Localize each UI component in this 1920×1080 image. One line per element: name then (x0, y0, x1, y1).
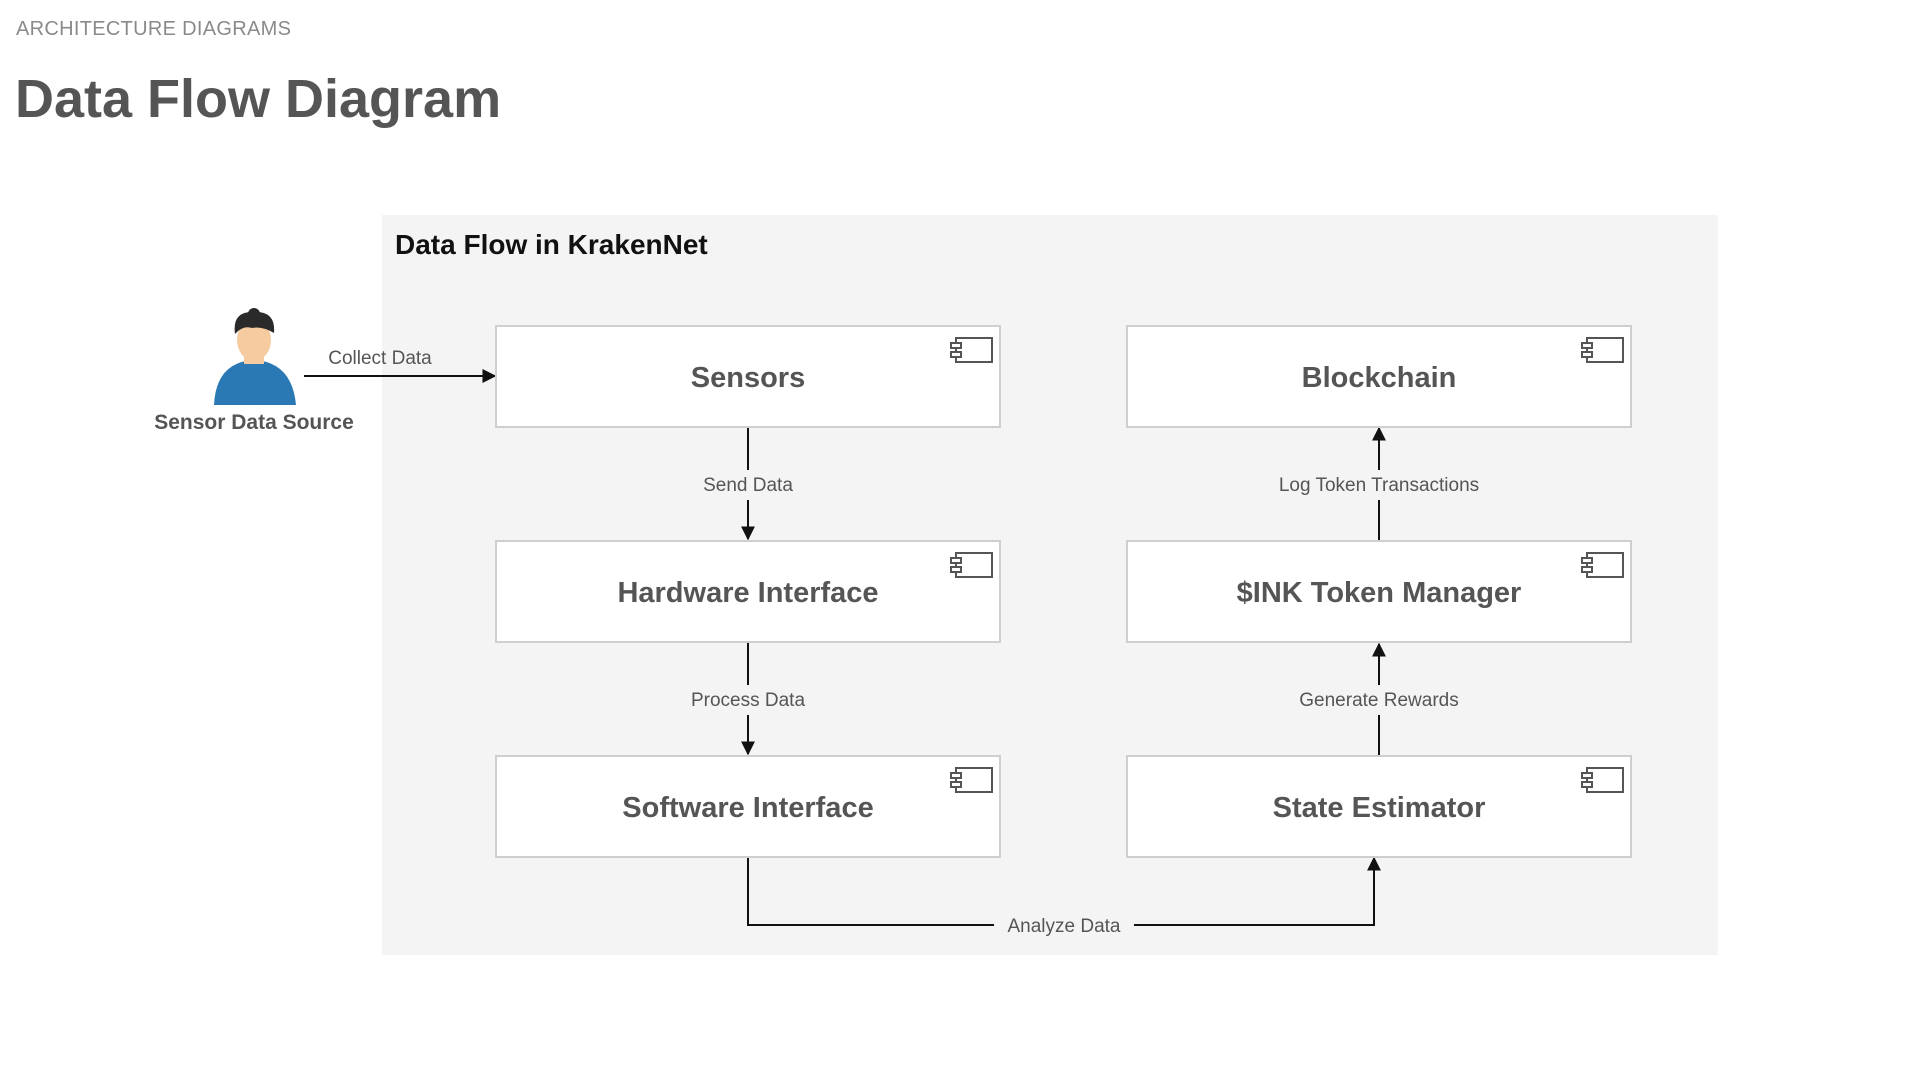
sensor-data-source-actor: Sensor Data Source (154, 308, 354, 434)
analyze-data-label: Analyze Data (1007, 916, 1120, 937)
generate-rewards-label: Generate Rewards (1299, 690, 1458, 711)
component-label: State Estimator (1273, 792, 1486, 824)
component-label: Blockchain (1302, 362, 1457, 394)
component-label: Sensors (691, 362, 805, 394)
component-token-manager: $INK Token Manager (1126, 540, 1632, 643)
component-blockchain: Blockchain (1126, 325, 1632, 428)
group-title: Data Flow in KrakenNet (395, 229, 708, 260)
component-label: Software Interface (622, 792, 873, 824)
actor-label: Sensor Data Source (154, 411, 354, 434)
component-label: Hardware Interface (617, 577, 878, 609)
send-data-label: Send Data (703, 475, 793, 496)
component-hardware-interface: Hardware Interface (495, 540, 1001, 643)
process-data-label: Process Data (691, 690, 805, 711)
collect-data-label: Collect Data (328, 348, 432, 369)
component-state-estimator: State Estimator (1126, 755, 1632, 858)
log-token-transactions-label: Log Token Transactions (1279, 475, 1479, 496)
component-software-interface: Software Interface (495, 755, 1001, 858)
component-label: $INK Token Manager (1237, 577, 1522, 609)
data-flow-diagram: Data Flow in KrakenNet Sensor Data Sourc… (0, 0, 1920, 1080)
person-icon (214, 308, 296, 405)
component-sensors: Sensors (495, 325, 1001, 428)
